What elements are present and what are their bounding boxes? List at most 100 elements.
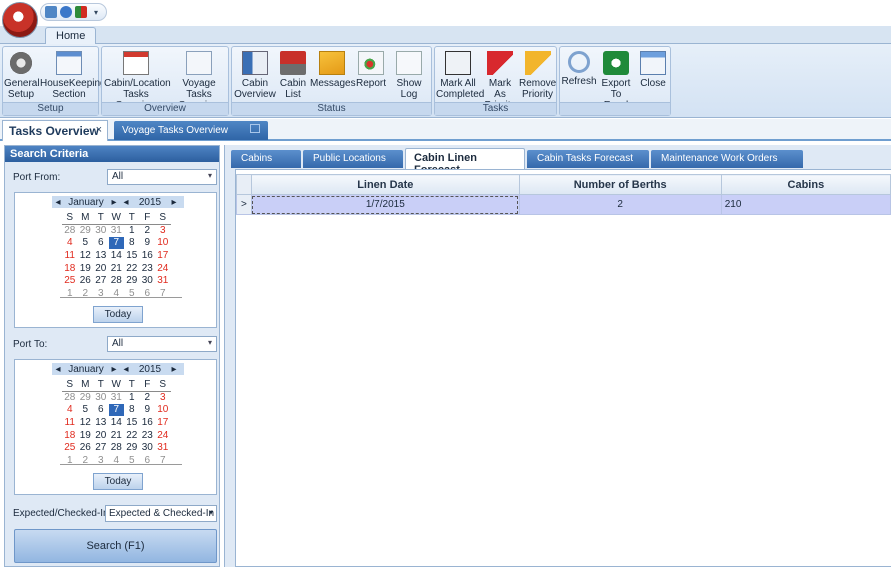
cabin-overview-button[interactable]: Cabin Overview (234, 49, 276, 100)
prev-year-icon[interactable]: ◂ (120, 197, 132, 208)
calendar-day[interactable]: 29 (124, 274, 140, 287)
calendar-day[interactable]: 6 (93, 404, 109, 417)
calendar-day[interactable]: 9 (140, 404, 156, 417)
housekeeping-section-button[interactable]: HouseKeeping Section (40, 49, 106, 100)
application-menu-button[interactable] (2, 2, 38, 38)
calendar-day[interactable]: 23 (140, 262, 156, 275)
calendar-day[interactable]: 18 (62, 262, 78, 275)
tab-public-locations[interactable]: Public Locations (303, 150, 403, 168)
calendar-day[interactable]: 6 (93, 237, 109, 250)
calendar-day[interactable]: 31 (109, 224, 125, 237)
today-button[interactable]: Today (93, 306, 143, 323)
calendar-day[interactable]: 1 (124, 391, 140, 404)
port-from-select[interactable]: All ▾ (107, 169, 217, 185)
qa-flag-icon[interactable] (75, 6, 87, 18)
prev-month-icon[interactable]: ◂ (52, 364, 64, 375)
doc-tab-tasks-overview[interactable]: Tasks Overview × (2, 120, 108, 141)
tab-cabins[interactable]: Cabins (231, 150, 301, 168)
calendar-year[interactable]: 2015 (132, 197, 168, 208)
calendar-day[interactable]: 2 (140, 224, 156, 237)
calendar-day[interactable]: 4 (62, 404, 78, 417)
calendar-day[interactable]: 14 (109, 416, 125, 429)
calendar-day[interactable]: 30 (93, 391, 109, 404)
today-button[interactable]: Today (93, 473, 143, 490)
calendar-day[interactable]: 15 (124, 249, 140, 262)
table-row[interactable]: > 1/7/2015 2 210 (236, 194, 891, 215)
calendar-day[interactable]: 2 (140, 391, 156, 404)
calendar-day[interactable]: 21 (109, 429, 125, 442)
calendar-day[interactable]: 5 (78, 237, 94, 250)
calendar-day[interactable]: 17 (155, 249, 171, 262)
doc-tab-voyage-tasks-overview[interactable]: Voyage Tasks Overview (114, 121, 268, 140)
refresh-button[interactable]: Refresh (561, 49, 597, 87)
calendar-day[interactable]: 7 (108, 236, 124, 250)
pin-icon[interactable] (250, 124, 260, 133)
report-button[interactable]: Report (356, 49, 386, 89)
calendar-day[interactable]: 14 (109, 249, 125, 262)
close-tab-icon[interactable]: × (96, 124, 102, 136)
tab-maintenance-work-orders[interactable]: Maintenance Work Orders (651, 150, 803, 168)
qa-chart-icon[interactable] (45, 6, 57, 18)
calendar-day[interactable]: 10 (155, 404, 171, 417)
calendar-day[interactable]: 24 (155, 262, 171, 275)
calendar-year[interactable]: 2015 (132, 364, 168, 375)
calendar-day[interactable]: 20 (93, 429, 109, 442)
calendar-day[interactable]: 29 (78, 391, 94, 404)
calendar-day[interactable]: 12 (78, 416, 94, 429)
calendar-day[interactable]: 11 (62, 416, 78, 429)
calendar-day[interactable]: 28 (62, 391, 78, 404)
calendar-day[interactable]: 22 (124, 429, 140, 442)
next-year-icon[interactable]: ▸ (168, 197, 180, 208)
calendar-day[interactable]: 31 (155, 441, 171, 454)
calendar-day[interactable]: 4 (62, 237, 78, 250)
calendar-day[interactable]: 11 (62, 249, 78, 262)
calendar-day[interactable]: 22 (124, 262, 140, 275)
column-header-cabins[interactable]: Cabins (720, 174, 891, 195)
calendar-day[interactable]: 26 (78, 274, 94, 287)
calendar-day[interactable]: 30 (140, 441, 156, 454)
prev-year-icon[interactable]: ◂ (120, 364, 132, 375)
calendar-day[interactable]: 19 (78, 429, 94, 442)
calendar-day[interactable]: 25 (62, 441, 78, 454)
calendar-day[interactable]: 3 (155, 391, 171, 404)
column-header-number-of-berths[interactable]: Number of Berths (518, 174, 722, 195)
tab-cabin-linen-forecast[interactable]: Cabin Linen Forecast (405, 148, 525, 176)
calendar-day[interactable]: 31 (155, 274, 171, 287)
general-setup-button[interactable]: General Setup (4, 49, 40, 100)
calendar-day[interactable]: 8 (124, 237, 140, 250)
calendar-day[interactable]: 21 (109, 262, 125, 275)
calendar-day[interactable]: 29 (78, 224, 94, 237)
calendar-day[interactable]: 31 (109, 391, 125, 404)
messages-button[interactable]: Messages (310, 49, 356, 89)
cell-number-of-berths[interactable]: 2 (518, 194, 722, 215)
search-button[interactable]: Search (F1) (14, 529, 217, 563)
calendar-month[interactable]: January (64, 364, 108, 375)
prev-month-icon[interactable]: ◂ (52, 197, 64, 208)
cabin-list-button[interactable]: Cabin List (278, 49, 308, 100)
calendar-day[interactable]: 17 (155, 416, 171, 429)
calendar-day[interactable]: 16 (140, 249, 156, 262)
calendar-month[interactable]: January (64, 197, 108, 208)
qa-info-icon[interactable] (60, 6, 72, 18)
close-button[interactable]: Close (636, 49, 670, 89)
tab-cabin-tasks-forecast[interactable]: Cabin Tasks Forecast (527, 150, 649, 168)
expected-checked-in-select[interactable]: Expected & Checked-In ▾ (105, 505, 217, 522)
calendar-day[interactable]: 30 (140, 274, 156, 287)
calendar-day[interactable]: 20 (93, 262, 109, 275)
cell-linen-date[interactable]: 1/7/2015 (250, 194, 520, 215)
next-month-icon[interactable]: ▸ (108, 197, 120, 208)
calendar-day[interactable]: 8 (124, 404, 140, 417)
calendar-day[interactable]: 15 (124, 416, 140, 429)
calendar-day[interactable]: 16 (140, 416, 156, 429)
port-to-select[interactable]: All ▾ (107, 336, 217, 352)
calendar-day[interactable]: 13 (93, 416, 109, 429)
calendar-day[interactable]: 28 (109, 441, 125, 454)
calendar-day[interactable]: 19 (78, 262, 94, 275)
calendar-day[interactable]: 12 (78, 249, 94, 262)
calendar-day[interactable]: 13 (93, 249, 109, 262)
calendar-day[interactable]: 30 (93, 224, 109, 237)
show-log-button[interactable]: Show Log (388, 49, 430, 100)
calendar-day[interactable]: 27 (93, 274, 109, 287)
ribbon-tab-home[interactable]: Home (45, 27, 97, 45)
column-header-linen-date[interactable]: Linen Date (250, 174, 520, 195)
